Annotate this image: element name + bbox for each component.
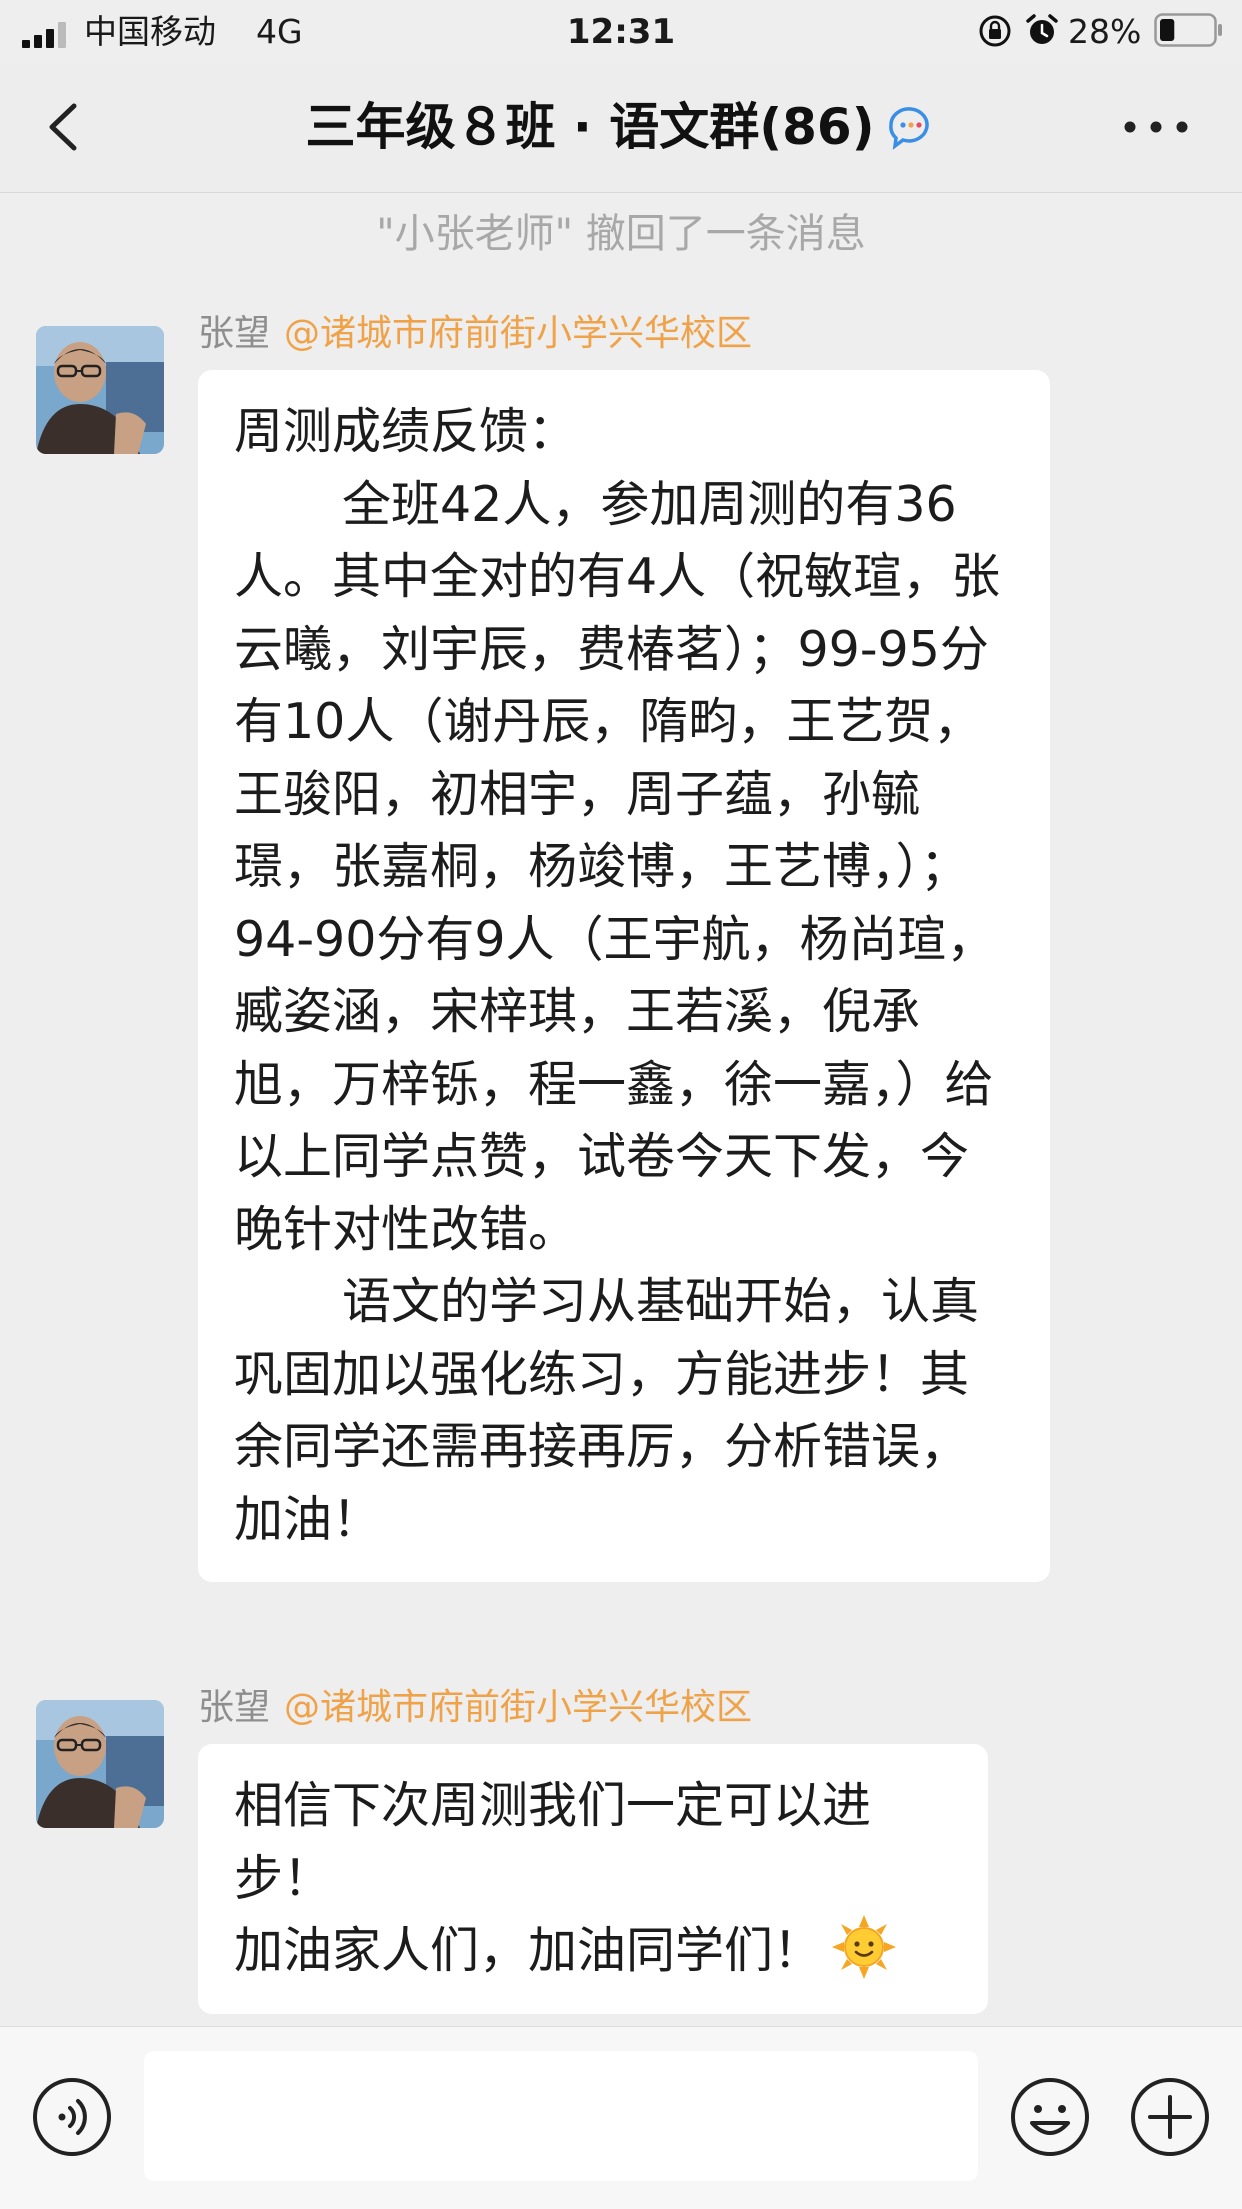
sender-name[interactable]: 张望 (198, 1687, 270, 1728)
sender-name[interactable]: 张望 (198, 313, 270, 354)
message-line: 周测成绩反馈： (234, 403, 578, 460)
sender-org-tag: @诸城市府前街小学兴华校区 (284, 313, 753, 354)
nav-bar: 三年级８班 · 语文群(86) (0, 64, 1242, 193)
chat-title: 三年级８班 · 语文群(86) (305, 98, 875, 156)
message-bubble[interactable]: 相信下次周测我们一定可以进步！ 加油家人们，加油同学们！ (198, 1744, 988, 2014)
message-sender: 张望 @诸城市府前街小学兴华校区 (198, 310, 752, 358)
group-chat-icon[interactable] (883, 103, 937, 151)
chat-title-row: 三年级８班 · 语文群(86) (0, 94, 1242, 160)
avatar[interactable] (36, 1700, 164, 1828)
emoji-icon[interactable] (1010, 2077, 1090, 2157)
input-bar (0, 2026, 1242, 2209)
battery-percent: 28% (1068, 12, 1142, 51)
message-line: 全班42人，参加周测的有36人。其中全对的有4人（祝敏瑄，张云曦，刘宇辰，费椿茗… (234, 475, 1001, 1258)
avatar-photo (36, 326, 164, 454)
more-icon[interactable] (1120, 112, 1192, 142)
message-input[interactable] (144, 2051, 978, 2181)
message-line: 加油家人们，加油同学们！ (234, 1922, 823, 1979)
message-line-with-emoji: 加油家人们，加油同学们！ (234, 1915, 952, 1988)
voice-icon[interactable] (32, 2077, 112, 2157)
avatar[interactable] (36, 326, 164, 454)
status-bar: 中国移动 4G 12:31 28% (0, 0, 1242, 64)
sun-emoji-icon (832, 1915, 897, 1979)
message-bubble[interactable]: 周测成绩反馈： 全班42人，参加周测的有36人。其中全对的有4人（祝敏瑄，张云曦… (198, 370, 1050, 1582)
message-line: 语文的学习从基础开始，认真巩固加以强化练习，方能进步！其余同学还需再接再厉，分析… (234, 1273, 980, 1548)
message-sender: 张望 @诸城市府前街小学兴华校区 (198, 1684, 752, 1732)
recall-notice: "小张老师" 撤回了一条消息 (376, 211, 866, 257)
message-line: 相信下次周测我们一定可以进步！ (234, 1777, 872, 1907)
avatar-photo (36, 1700, 164, 1828)
battery-icon (1154, 13, 1222, 47)
alarm-icon (1026, 14, 1058, 44)
sender-org-tag: @诸城市府前街小学兴华校区 (284, 1687, 753, 1728)
rotation-lock-icon (979, 15, 1011, 47)
plus-icon[interactable] (1130, 2077, 1210, 2157)
